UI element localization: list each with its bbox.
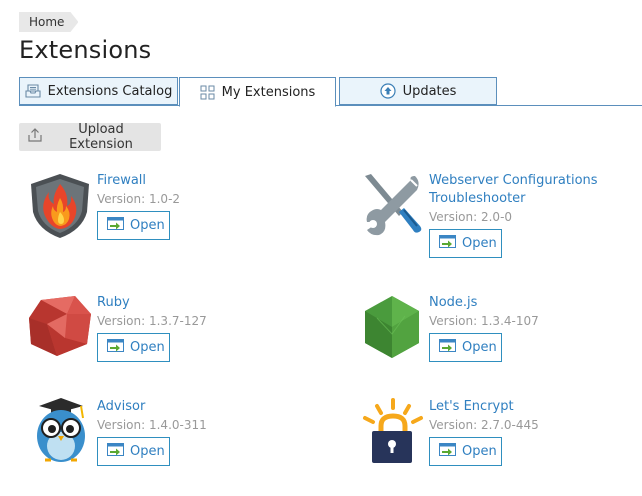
- extension-version: Version: 1.4.0-311: [97, 416, 297, 434]
- upload-extension-label: Upload Extension: [69, 122, 133, 152]
- nodejs-icon: [359, 294, 431, 366]
- upload-icon: [27, 127, 43, 147]
- open-button[interactable]: Open: [429, 437, 502, 466]
- upload-extension-button[interactable]: Upload Extension: [19, 122, 161, 152]
- open-button[interactable]: Open: [97, 333, 170, 362]
- extension-item-advisor: Advisor Version: 1.4.0-311 Open: [27, 398, 307, 478]
- version-number: 1.3.7-127: [148, 314, 207, 328]
- version-prefix: Version:: [429, 418, 481, 432]
- open-icon: [107, 339, 124, 356]
- extension-version: Version: 1.3.4-107: [429, 312, 629, 330]
- extensions-page: Home Extensions Extensions Catalog My Ex…: [0, 0, 642, 496]
- extension-version: Version: 2.7.0-445: [429, 416, 629, 434]
- extension-name-link[interactable]: Advisor: [97, 398, 297, 416]
- open-label: Open: [462, 340, 497, 355]
- extension-name-link[interactable]: Let's Encrypt: [429, 398, 629, 416]
- version-number: 2.7.0-445: [480, 418, 539, 432]
- tab-my-extensions[interactable]: My Extensions: [179, 77, 336, 107]
- tab-updates[interactable]: Updates: [339, 77, 497, 105]
- open-icon: [107, 217, 124, 234]
- extension-info: Webserver Configurations Troubleshooter …: [429, 172, 609, 258]
- extension-version: Version: 1.0-2: [97, 190, 297, 208]
- extension-name-link[interactable]: Webserver Configurations Troubleshooter: [429, 172, 609, 208]
- open-button[interactable]: Open: [429, 229, 502, 258]
- version-number: 2.0-0: [480, 210, 513, 224]
- tab-label: Updates: [402, 83, 457, 99]
- version-prefix: Version:: [97, 314, 149, 328]
- version-number: 1.3.4-107: [480, 314, 539, 328]
- padlock-icon: [359, 398, 431, 470]
- extension-item-nodejs: Node.js Version: 1.3.4-107 Open: [359, 294, 642, 374]
- version-prefix: Version:: [97, 192, 149, 206]
- tab-bar: Extensions Catalog My Extensions Updates: [19, 77, 642, 107]
- open-icon: [107, 443, 124, 460]
- extension-info: Let's Encrypt Version: 2.7.0-445 Open: [429, 398, 629, 466]
- open-label: Open: [130, 444, 165, 459]
- extension-version: Version: 1.3.7-127: [97, 312, 297, 330]
- tab-label: My Extensions: [221, 84, 316, 100]
- version-prefix: Version:: [429, 314, 481, 328]
- ruby-icon: [27, 294, 99, 366]
- open-icon: [439, 339, 456, 356]
- extension-info: Ruby Version: 1.3.7-127 Open: [97, 294, 297, 362]
- grid-icon: [200, 85, 215, 100]
- breadcrumb: Home: [19, 11, 78, 31]
- extension-info: Advisor Version: 1.4.0-311 Open: [97, 398, 297, 466]
- catalog-icon: [25, 83, 41, 99]
- extension-name-link[interactable]: Firewall: [97, 172, 297, 190]
- version-prefix: Version:: [429, 210, 481, 224]
- version-number: 1.4.0-311: [148, 418, 207, 432]
- open-button[interactable]: Open: [429, 333, 502, 362]
- extension-info: Firewall Version: 1.0-2 Open: [97, 172, 297, 240]
- owl-icon: [27, 398, 99, 470]
- open-label: Open: [462, 236, 497, 251]
- extension-name-link[interactable]: Ruby: [97, 294, 297, 312]
- extension-name-link[interactable]: Node.js: [429, 294, 629, 312]
- tools-icon: [359, 172, 431, 244]
- page-title: Extensions: [19, 36, 152, 64]
- open-label: Open: [462, 444, 497, 459]
- open-icon: [439, 235, 456, 252]
- extension-item-ruby: Ruby Version: 1.3.7-127 Open: [27, 294, 307, 374]
- extension-info: Node.js Version: 1.3.4-107 Open: [429, 294, 629, 362]
- version-prefix: Version:: [97, 418, 149, 432]
- extension-version: Version: 2.0-0: [429, 208, 609, 226]
- open-icon: [439, 443, 456, 460]
- open-label: Open: [130, 218, 165, 233]
- extension-item-firewall: Firewall Version: 1.0-2 Open: [27, 172, 307, 252]
- firewall-icon: [27, 172, 99, 244]
- extension-item-lets-encrypt: Let's Encrypt Version: 2.7.0-445 Open: [359, 398, 642, 478]
- extension-item-webserver-troubleshooter: Webserver Configurations Troubleshooter …: [359, 172, 642, 262]
- open-label: Open: [130, 340, 165, 355]
- tab-label: Extensions Catalog: [47, 83, 173, 99]
- open-button[interactable]: Open: [97, 211, 170, 240]
- breadcrumb-home[interactable]: Home: [19, 12, 78, 32]
- open-button[interactable]: Open: [97, 437, 170, 466]
- version-number: 1.0-2: [148, 192, 181, 206]
- upload-arrow-icon: [379, 83, 396, 99]
- tab-extensions-catalog[interactable]: Extensions Catalog: [19, 77, 178, 105]
